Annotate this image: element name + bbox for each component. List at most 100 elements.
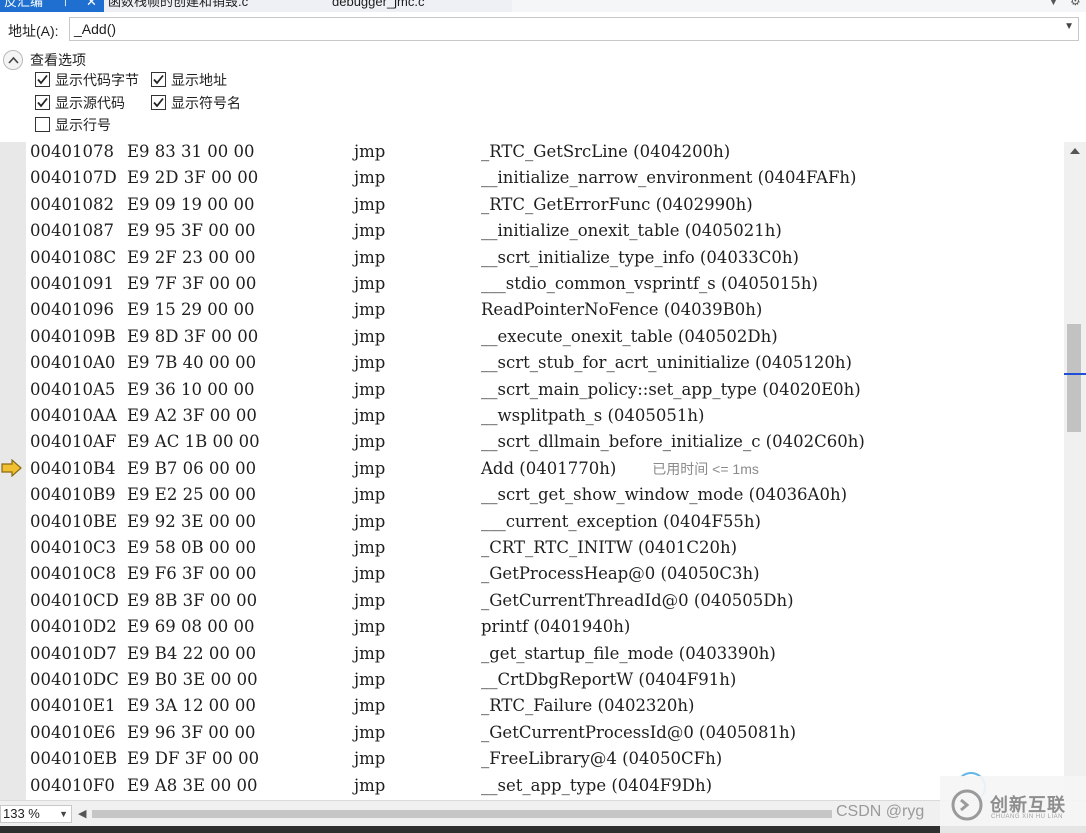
- brand-logo-icon: [951, 789, 983, 821]
- disassembly-line[interactable]: 004010D2 E9 69 08 00 00 jmp printf (0401940…: [26, 617, 1064, 643]
- instruction-opcode: jmp: [354, 722, 386, 742]
- address-input[interactable]: _Add(): [74, 21, 116, 37]
- chevron-down-icon[interactable]: ▼: [59, 806, 68, 822]
- disassembly-line[interactable]: 004010A0 E9 7B 40 00 00 jmp __scrt_stub_for…: [26, 353, 1064, 379]
- instruction-bytes: E9 A8 3E 00 00: [127, 775, 258, 795]
- disassembly-line[interactable]: 004010AA E9 A2 3F 00 00 jmp __wsplitpath_s …: [26, 406, 1064, 432]
- instruction-opcode: jmp: [354, 168, 386, 188]
- checkbox-box[interactable]: [151, 72, 166, 87]
- disassembly-line[interactable]: 004010DC E9 B0 3E 00 00 jmp __CrtDbgReportW…: [26, 670, 1064, 696]
- current-instruction-arrow-icon: [1, 459, 22, 477]
- chevron-up-icon: [8, 56, 19, 64]
- instruction-operand: ReadPointerNoFence (04039B0h): [481, 300, 763, 320]
- horizontal-scroll-thumb[interactable]: [92, 810, 832, 818]
- instruction-operand: ___stdio_common_vsprintf_s (0405015h): [481, 274, 818, 293]
- disassembly-line[interactable]: 0040108C E9 2F 23 00 00 jmp __scrt_initiali…: [26, 248, 1064, 274]
- gear-icon[interactable]: ⚙: [1070, 0, 1081, 8]
- instruction-address: 004010BE: [30, 511, 118, 531]
- close-icon[interactable]: ✕: [86, 0, 97, 10]
- tab-strip-empty: [512, 0, 1086, 12]
- disassembly-line[interactable]: 00401096 E9 15 29 00 00 jmp ReadPointerNoFe…: [26, 300, 1064, 326]
- instruction-operand: __scrt_initialize_type_info (04033C0h): [481, 247, 799, 267]
- instruction-opcode: jmp: [354, 221, 386, 241]
- instruction-address: 0040107D: [30, 168, 117, 188]
- checkbox-box[interactable]: [35, 117, 50, 132]
- scroll-up-icon[interactable]: [1069, 147, 1081, 155]
- instruction-address: 004010B4: [30, 458, 116, 478]
- vertical-scrollbar[interactable]: [1064, 142, 1086, 800]
- tab-source-file-1[interactable]: 函数栈帧的创建和销毁.c: [108, 0, 318, 12]
- tab-disassembly[interactable]: 反汇编 ⊺ ✕: [0, 0, 104, 12]
- address-combobox[interactable]: _Add() ▼: [69, 17, 1079, 41]
- disassembly-line[interactable]: 004010A5 E9 36 10 00 00 jmp __scrt_main_pol…: [26, 380, 1064, 406]
- instruction-address: 004010EB: [30, 749, 118, 769]
- disassembly-line[interactable]: 004010B4 E9 B7 06 00 00 jmp Add (0401770h) 已…: [26, 459, 1064, 485]
- tab-source-file-2[interactable]: debugger_jmc.c: [332, 0, 512, 12]
- instruction-address: 004010D2: [30, 617, 117, 637]
- scroll-left-icon[interactable]: ◀: [78, 807, 86, 820]
- instruction-bytes: E9 A2 3F 00 00: [127, 406, 257, 425]
- disassembly-line[interactable]: 004010D7 E9 B4 22 00 00 jmp _get_startup_fi…: [26, 644, 1064, 670]
- instruction-bytes: E9 36 10 00 00: [127, 379, 255, 399]
- instruction-address: 004010B9: [30, 485, 116, 505]
- checkbox-box[interactable]: [35, 95, 50, 110]
- instruction-operand: printf (0401940h): [481, 617, 631, 637]
- instruction-operand: _get_startup_file_mode (0403390h): [481, 643, 776, 663]
- checkbox-box[interactable]: [151, 95, 166, 110]
- vertical-scroll-thumb[interactable]: [1067, 324, 1081, 432]
- collapse-options-button[interactable]: [3, 50, 23, 70]
- instruction-operand: __set_app_type (0404F9Dh): [481, 775, 713, 795]
- checkmark-icon: [153, 97, 164, 108]
- pin-icon[interactable]: ⊺: [62, 0, 69, 10]
- instruction-operand: _RTC_GetErrorFunc (0402990h): [481, 194, 753, 214]
- checkbox-label: 显示代码字节: [55, 72, 139, 88]
- disassembly-line[interactable]: 004010CD E9 8B 3F 00 00 jmp _GetCurrentThre…: [26, 591, 1064, 617]
- checkbox-show-code-bytes[interactable]: 显示代码字节: [35, 71, 139, 91]
- tab-label: debugger_jmc.c: [332, 0, 425, 9]
- view-options-panel: 查看选项 显示代码字节 显示地址 显示源代码 显示符号名 显示行号: [0, 46, 1086, 142]
- instruction-address: 004010A0: [30, 353, 116, 373]
- disassembly-line[interactable]: 004010F0 E9 A8 3E 00 00 jmp __set_app_type …: [26, 776, 1064, 800]
- chevron-down-icon[interactable]: ▼: [1064, 21, 1074, 32]
- instruction-bytes: E9 DF 3F 00 00: [127, 749, 260, 769]
- disassembly-line[interactable]: 00401082 E9 09 19 00 00 jmp _RTC_GetErrorFu…: [26, 195, 1064, 221]
- instruction-operand: __CrtDbgReportW (0404F91h): [481, 670, 737, 689]
- instruction-operand: __execute_onexit_table (040502Dh): [481, 326, 778, 346]
- instruction-bytes: E9 8D 3F 00 00: [127, 326, 259, 346]
- disassembly-line[interactable]: 0040107D E9 2D 3F 00 00 jmp __initialize_na…: [26, 168, 1064, 194]
- disassembly-line[interactable]: 004010B9 E9 E2 25 00 00 jmp __scrt_get_show…: [26, 485, 1064, 511]
- instruction-operand: __wsplitpath_s (0405051h): [481, 406, 705, 425]
- checkbox-box[interactable]: [35, 72, 50, 87]
- disassembly-line[interactable]: 0040109B E9 8D 3F 00 00 jmp __execute_onexi…: [26, 327, 1064, 353]
- disassembly-line[interactable]: 004010BE E9 92 3E 00 00 jmp ___current_exce…: [26, 512, 1064, 538]
- instruction-address: 00401087: [30, 221, 114, 241]
- instruction-bytes: E9 83 31 00 00: [127, 142, 255, 161]
- disassembly-line[interactable]: 004010E1 E9 3A 12 00 00 jmp _RTC_Failure (0…: [26, 696, 1064, 722]
- breakpoint-gutter[interactable]: [0, 142, 26, 800]
- instruction-operand: _GetCurrentProcessId@0 (0405081h): [481, 722, 797, 742]
- disassembly-line[interactable]: 00401091 E9 7F 3F 00 00 jmp ___stdio_common…: [26, 274, 1064, 300]
- disassembly-listing[interactable]: 00401078 E9 83 31 00 00 jmp _RTC_GetSrcLine…: [26, 142, 1064, 800]
- tab-list-dropdown-icon[interactable]: ▼: [1048, 0, 1059, 8]
- instruction-bytes: E9 09 19 00 00: [127, 194, 255, 214]
- instruction-bytes: E9 B0 3E 00 00: [127, 670, 258, 689]
- instruction-operand: __scrt_dllmain_before_initialize_c (0402…: [481, 432, 865, 452]
- checkbox-show-line-numbers[interactable]: 显示行号: [35, 116, 111, 136]
- tab-disassembly-label: 反汇编: [4, 0, 44, 9]
- checkbox-show-source-code[interactable]: 显示源代码: [35, 94, 125, 114]
- zoom-select[interactable]: 133 % ▼: [0, 805, 72, 823]
- disassembly-line[interactable]: 004010EB E9 DF 3F 00 00 jmp _FreeLibrary@4 …: [26, 749, 1064, 775]
- checkbox-show-address[interactable]: 显示地址: [151, 71, 227, 91]
- disassembly-line[interactable]: 00401087 E9 95 3F 00 00 jmp __initialize_on…: [26, 221, 1064, 247]
- instruction-operand: ___current_exception (0404F55h): [481, 511, 761, 531]
- instruction-opcode: jmp: [354, 670, 386, 689]
- disassembly-line[interactable]: 004010C3 E9 58 0B 00 00 jmp _CRT_RTC_INITW …: [26, 538, 1064, 564]
- disassembly-line[interactable]: 004010E6 E9 96 3F 00 00 jmp _GetCurrentProc…: [26, 723, 1064, 749]
- disassembly-line[interactable]: 004010C8 E9 F6 3F 00 00 jmp _GetProcessHeap…: [26, 564, 1064, 590]
- instruction-operand-text: Add (0401770h): [481, 458, 617, 478]
- instruction-address: 00401082: [30, 194, 114, 214]
- disassembly-line[interactable]: 004010AF E9 AC 1B 00 00 jmp __scrt_dllmain_…: [26, 432, 1064, 458]
- checkbox-show-symbol-names[interactable]: 显示符号名: [151, 94, 241, 114]
- disassembly-line[interactable]: 00401078 E9 83 31 00 00 jmp _RTC_GetSrcLine…: [26, 142, 1064, 168]
- instruction-bytes: E9 95 3F 00 00: [127, 221, 256, 241]
